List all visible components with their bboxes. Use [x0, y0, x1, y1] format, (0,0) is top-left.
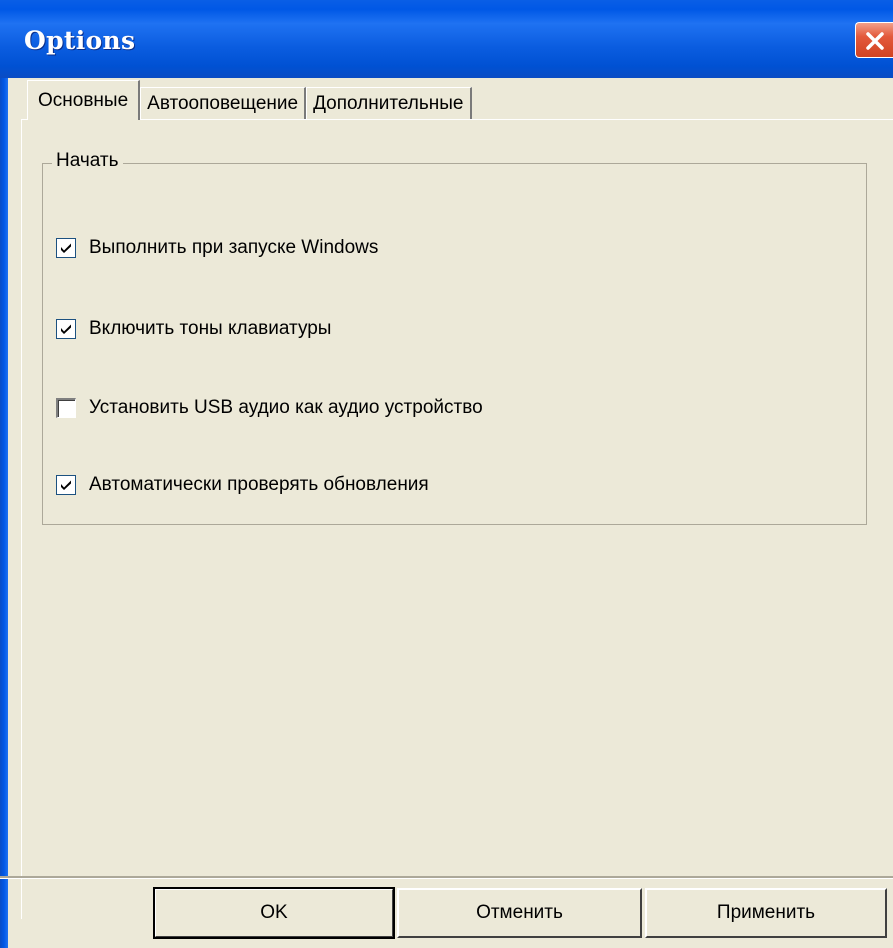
- option-label: Установить USB аудио как аудио устройств…: [89, 397, 483, 418]
- apply-button[interactable]: Применить: [645, 888, 887, 938]
- close-button[interactable]: [855, 22, 893, 58]
- tab-label: Дополнительные: [313, 93, 464, 114]
- window-frame-left: [0, 78, 8, 948]
- ok-button[interactable]: OK: [153, 887, 395, 939]
- group-label: Начать: [52, 150, 123, 172]
- option-label: Выполнить при запуске Windows: [89, 237, 379, 258]
- close-icon: [866, 32, 884, 50]
- checkmark-icon: [61, 243, 71, 253]
- tab-avtooveshchenie[interactable]: Автооповещение: [140, 87, 307, 120]
- checkmark-icon: [61, 480, 71, 490]
- cancel-button[interactable]: Отменить: [397, 888, 642, 938]
- checkbox-run-at-startup[interactable]: [56, 238, 76, 258]
- tab-osnovnye[interactable]: Основные: [27, 80, 141, 120]
- option-check-updates[interactable]: Автоматически проверять обновления: [56, 474, 429, 496]
- option-keyboard-tones[interactable]: Включить тоны клавиатуры: [56, 318, 331, 340]
- tab-label: Автооповещение: [147, 93, 299, 114]
- button-separator: [0, 876, 893, 879]
- option-run-at-startup[interactable]: Выполнить при запуске Windows: [56, 237, 378, 259]
- option-label: Включить тоны клавиатуры: [89, 318, 332, 339]
- window-title: Options: [24, 26, 136, 55]
- tab-bar: Основные Автооповещение Дополнительные: [27, 80, 472, 120]
- checkbox-usb-audio[interactable]: [56, 398, 76, 418]
- tab-label: Основные: [38, 89, 129, 111]
- checkbox-check-updates[interactable]: [56, 475, 76, 495]
- checkbox-keyboard-tones[interactable]: [56, 319, 76, 339]
- option-usb-audio[interactable]: Установить USB аудио как аудио устройств…: [56, 397, 483, 419]
- tab-dopolnitelnye[interactable]: Дополнительные: [306, 87, 472, 120]
- options-window: Options Основные Автооповещение Дополнит…: [0, 0, 893, 948]
- title-bar[interactable]: Options: [0, 0, 893, 78]
- option-label: Автоматически проверять обновления: [89, 474, 429, 495]
- start-groupbox: [42, 163, 867, 525]
- checkmark-icon: [61, 324, 71, 334]
